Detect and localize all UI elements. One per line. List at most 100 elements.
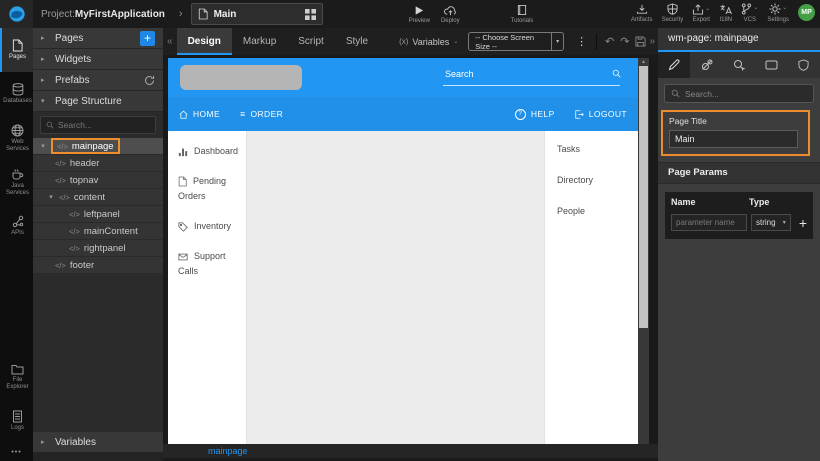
- section-page-structure[interactable]: ▾ Page Structure: [33, 91, 163, 112]
- canvas-area: « Design Markup Script Style (x) Variabl…: [163, 28, 658, 461]
- sidebar-item-pages[interactable]: Pages: [0, 28, 33, 72]
- i18n-button[interactable]: I18N: [719, 3, 732, 23]
- add-param-button[interactable]: +: [799, 216, 807, 230]
- section-variables[interactable]: ▸ Variables: [33, 432, 163, 453]
- export-button[interactable]: ⌄ Export: [692, 3, 710, 23]
- tree-node-header[interactable]: </> header: [33, 155, 163, 172]
- tab-security[interactable]: [788, 52, 820, 78]
- design-canvas-page[interactable]: Search HOME ≡ ORDER: [168, 58, 638, 444]
- tree-node-mainpage[interactable]: ▾ </> mainpage: [33, 138, 163, 155]
- preview-button[interactable]: Preview: [409, 4, 430, 24]
- tab-design[interactable]: Design: [177, 28, 232, 55]
- caret-down-icon: ⌄: [705, 4, 710, 14]
- tab-script[interactable]: Script: [287, 28, 335, 55]
- tree-node-rightpanel[interactable]: </> rightpanel: [33, 240, 163, 257]
- structure-search-input[interactable]: Search...: [40, 116, 156, 134]
- section-pages-label: Pages: [55, 33, 83, 44]
- caret-right-icon: ▸: [41, 76, 48, 84]
- section-pages[interactable]: ▸ Pages +: [33, 28, 163, 49]
- sidebar-item-databases[interactable]: Databases: [0, 72, 33, 116]
- wavemaker-logo-icon: [8, 5, 26, 23]
- tree-node-topnav[interactable]: </> topnav: [33, 172, 163, 189]
- preview-navbar: HOME ≡ ORDER ? HELP LOGOUT: [168, 97, 638, 131]
- variables-dropdown[interactable]: (x) Variables ⌄: [399, 37, 458, 47]
- preview-search-input[interactable]: Search: [445, 69, 474, 79]
- preview-header[interactable]: Search: [168, 58, 638, 97]
- preview-nav-home[interactable]: HOME: [179, 109, 220, 119]
- tab-events[interactable]: [723, 52, 755, 78]
- tab-devices[interactable]: [755, 52, 787, 78]
- settings-button[interactable]: ⌄ Settings: [767, 3, 789, 23]
- preview-link-tasks[interactable]: Tasks: [557, 144, 638, 154]
- language-icon: [719, 4, 732, 15]
- section-widgets[interactable]: ▸ Widgets: [33, 49, 163, 70]
- column-type: Type: [749, 197, 799, 207]
- sidebar-item-web-services[interactable]: Web Services: [0, 116, 33, 160]
- canvas-scrollbar[interactable]: ▲ ▼: [638, 58, 649, 455]
- screen-size-select[interactable]: -- Choose Screen Size -- ▾: [468, 32, 564, 51]
- breadcrumb-mainpage[interactable]: mainpage: [208, 446, 248, 456]
- artifacts-button[interactable]: Artifacts: [631, 3, 653, 23]
- preview-main-content[interactable]: [247, 131, 544, 444]
- canvas-breadcrumb-bar: mainpage: [163, 444, 658, 458]
- refresh-icon[interactable]: [144, 75, 155, 86]
- logout-icon: [575, 110, 584, 119]
- properties-panel: wm-page: mainpage: [658, 28, 820, 461]
- preview-link-directory[interactable]: Directory: [557, 175, 638, 185]
- tree-node-footer[interactable]: </> footer: [33, 257, 163, 274]
- properties-search-input[interactable]: Search...: [664, 84, 814, 103]
- search-icon[interactable]: [612, 69, 621, 78]
- app-window: Project:MyFirstApplication › Main Previe…: [0, 0, 820, 461]
- code-icon: </>: [59, 193, 70, 202]
- grid-icon[interactable]: [305, 9, 316, 20]
- vcs-button[interactable]: ⌄ VCS: [741, 3, 758, 23]
- page-selector[interactable]: Main: [191, 3, 323, 25]
- wavemaker-logo[interactable]: [0, 0, 33, 28]
- tab-style[interactable]: Style: [335, 28, 379, 55]
- preview-nav-order[interactable]: ≡ ORDER: [240, 109, 283, 119]
- preview-nav-pending-orders[interactable]: Pending Orders: [168, 174, 246, 204]
- preview-nav-logout[interactable]: LOGOUT: [575, 109, 627, 120]
- tree-node-maincontent[interactable]: </> mainContent: [33, 223, 163, 240]
- sidebar-item-java-services[interactable]: Java Services: [0, 160, 33, 204]
- tab-properties[interactable]: [658, 52, 690, 78]
- tutorials-button[interactable]: Tutorials: [511, 4, 534, 24]
- redo-button[interactable]: ↷: [617, 35, 632, 48]
- tree-node-leftpanel[interactable]: </> leftpanel: [33, 206, 163, 223]
- activity-overflow-button[interactable]: •••: [0, 443, 33, 461]
- param-name-input[interactable]: [671, 214, 747, 231]
- section-prefabs[interactable]: ▸ Prefabs: [33, 70, 163, 91]
- export-icon: [692, 4, 704, 15]
- shield-icon: [667, 3, 678, 15]
- param-type-select[interactable]: string ▾: [751, 214, 791, 231]
- add-page-button[interactable]: +: [140, 31, 155, 46]
- dropdown-arrow-icon: ▾: [783, 219, 786, 226]
- variables-fx-icon: (x): [399, 37, 408, 46]
- tree-node-content[interactable]: ▾ </> content: [33, 189, 163, 206]
- page-title-input[interactable]: [669, 130, 798, 148]
- sidebar-item-logs[interactable]: Logs: [0, 399, 33, 443]
- preview-nav-support-calls[interactable]: Support Calls: [168, 249, 246, 279]
- save-button[interactable]: [632, 36, 649, 47]
- more-options-button[interactable]: ⋮: [572, 35, 591, 48]
- scrollbar-thumb[interactable]: [639, 66, 648, 328]
- topbar-right-actions: Artifacts Security ⌄ Export I18N: [631, 3, 815, 23]
- collapse-left-panel-button[interactable]: «: [163, 36, 177, 47]
- properties-panel-title: wm-page: mainpage: [658, 28, 820, 52]
- preview-nav-help[interactable]: ? HELP: [515, 109, 555, 120]
- expand-right-panel-button[interactable]: »: [649, 36, 655, 47]
- preview-nav-dashboard[interactable]: Dashboard: [168, 144, 246, 159]
- tab-styles[interactable]: [690, 52, 722, 78]
- security-button[interactable]: Security: [662, 3, 684, 23]
- user-avatar[interactable]: MP: [798, 4, 815, 21]
- branch-icon: [741, 3, 752, 15]
- sidebar-item-apis[interactable]: APIs: [0, 204, 33, 248]
- undo-button[interactable]: ↶: [602, 35, 617, 48]
- preview-link-people[interactable]: People: [557, 206, 638, 216]
- deploy-button[interactable]: Deploy: [441, 4, 460, 24]
- download-tray-icon: [636, 4, 648, 15]
- scroll-up-icon[interactable]: ▲: [638, 59, 649, 65]
- sidebar-item-file-explorer[interactable]: File Explorer: [0, 355, 33, 399]
- tab-markup[interactable]: Markup: [232, 28, 287, 55]
- preview-nav-inventory[interactable]: Inventory: [168, 219, 246, 234]
